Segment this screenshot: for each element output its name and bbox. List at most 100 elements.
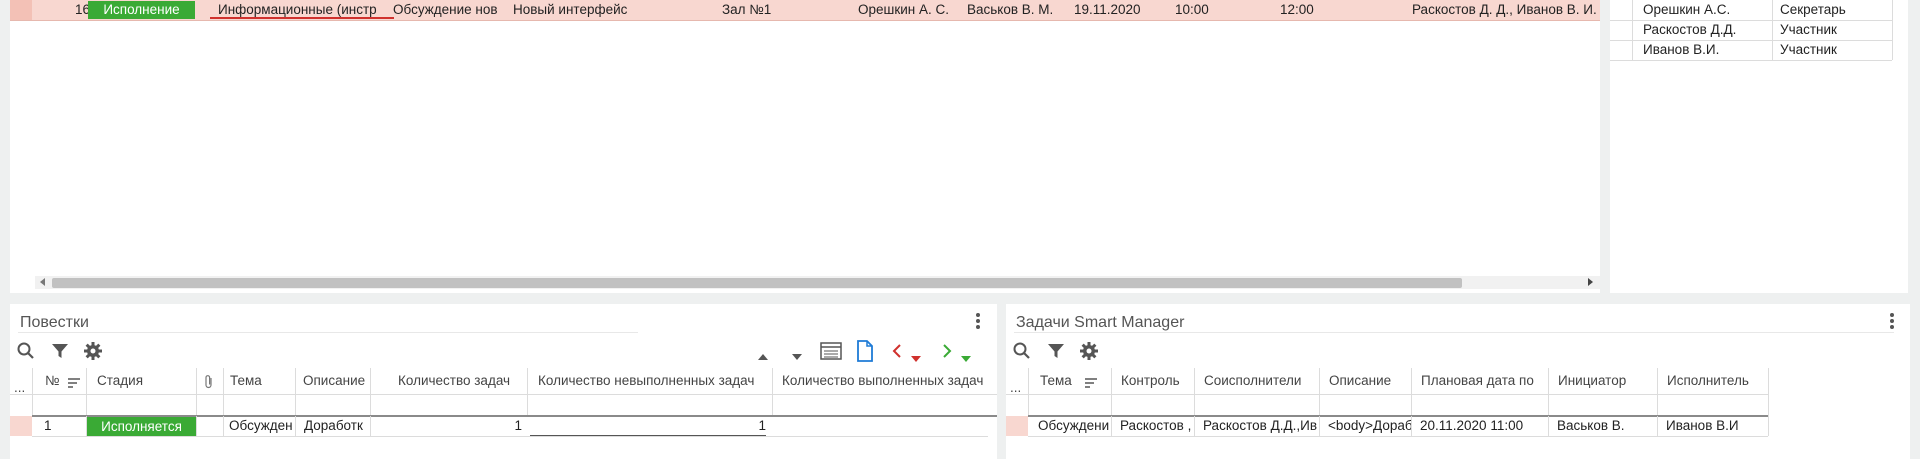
task-initiator: Васьков В.	[1557, 418, 1625, 433]
task-executor: Иванов В.И	[1666, 418, 1739, 433]
sort-up-icon[interactable]	[758, 348, 768, 363]
divider	[196, 368, 197, 416]
status-badge: Исполнение	[88, 1, 195, 19]
divider	[1194, 416, 1195, 436]
divider	[1548, 416, 1549, 436]
agenda-tasks-undone[interactable]: 1	[530, 416, 766, 436]
divider	[1028, 436, 1768, 437]
agenda-description: Доработк	[304, 418, 363, 433]
type-underline	[210, 17, 394, 19]
search-icon[interactable]	[16, 341, 36, 364]
column-header-tasks-done[interactable]: Количество выполненных задач	[782, 371, 997, 391]
meetings-table-panel: 16 Исполнение Информационные (инстр Обсу…	[10, 0, 1600, 293]
document-icon[interactable]	[856, 340, 874, 365]
filter-icon[interactable]	[1046, 341, 1066, 364]
column-header-description[interactable]: Описание	[303, 371, 368, 391]
meeting-number: 16	[74, 2, 90, 17]
column-header-stage[interactable]: Стадия	[97, 371, 192, 391]
divider	[223, 416, 224, 436]
column-header-executor[interactable]: Исполнитель	[1667, 371, 1767, 391]
table-view-icon[interactable]	[820, 342, 842, 363]
participant-name: Раскостов Д.Д.	[1643, 22, 1737, 37]
row-marker	[10, 0, 32, 20]
status-badge: Исполняется	[87, 417, 196, 436]
sort-lines-icon[interactable]	[68, 376, 80, 391]
task-coexecutors: Раскостов Д.Д.,Ив	[1203, 418, 1318, 433]
participant-role: Участник	[1780, 42, 1837, 57]
gear-icon[interactable]	[83, 341, 103, 364]
divider	[1028, 368, 1029, 416]
scrollbar-thumb[interactable]	[52, 278, 1462, 288]
participant-role: Секретарь	[1780, 2, 1846, 17]
divider	[1111, 368, 1112, 416]
divider	[18, 332, 638, 333]
divider	[1610, 60, 1892, 61]
meeting-description: Новый интерфейс	[513, 2, 628, 17]
divider	[1892, 0, 1893, 60]
panel-title: Задачи Smart Manager	[1016, 314, 1185, 331]
column-header-tasks-undone[interactable]: Количество невыполненных задач	[538, 371, 770, 391]
chevron-down-icon[interactable]	[961, 350, 971, 365]
chevron-left-icon[interactable]	[892, 343, 902, 362]
divider	[1768, 368, 1769, 416]
divider	[1014, 332, 1894, 333]
divider	[1768, 416, 1769, 436]
attachment-icon[interactable]	[204, 374, 214, 393]
divider	[527, 368, 528, 416]
divider	[86, 416, 87, 436]
filter-icon[interactable]	[50, 341, 70, 364]
column-header-dots[interactable]: ...	[14, 382, 32, 394]
column-header-topic[interactable]: Тема	[1040, 371, 1080, 391]
more-menu-icon[interactable]	[1888, 312, 1896, 330]
divider	[196, 416, 197, 436]
meeting-place: Зал №1	[722, 2, 772, 17]
divider	[1111, 416, 1112, 436]
row-marker	[1006, 416, 1028, 436]
column-header-topic[interactable]: Тема	[230, 371, 292, 391]
column-header-control[interactable]: Контроль	[1121, 371, 1193, 391]
chevron-right-icon[interactable]	[942, 343, 952, 362]
agenda-topic: Обсужден	[229, 418, 293, 433]
meeting-topic: Обсуждение нов	[393, 2, 498, 17]
more-menu-icon[interactable]	[974, 312, 982, 330]
divider	[32, 368, 33, 416]
divider	[370, 368, 371, 416]
participant-role: Участник	[1780, 22, 1837, 37]
divider	[295, 416, 296, 436]
divider	[1006, 394, 1768, 395]
column-header-coexecutors[interactable]: Соисполнители	[1204, 371, 1317, 391]
column-header-tasks-count[interactable]: Количество задач	[398, 371, 526, 391]
column-header-dots[interactable]: ...	[1010, 382, 1028, 394]
column-header-planned-date[interactable]: Плановая дата по	[1421, 371, 1546, 391]
divider	[1411, 368, 1412, 416]
divider	[370, 416, 371, 436]
divider	[1657, 368, 1658, 416]
divider	[10, 394, 997, 395]
column-header-initiator[interactable]: Инициатор	[1558, 371, 1655, 391]
meeting-date: 19.11.2020	[1074, 2, 1141, 17]
meeting-initiator: Васьков В. М.	[967, 2, 1054, 17]
gear-icon[interactable]	[1079, 341, 1099, 364]
column-header-description[interactable]: Описание	[1329, 371, 1409, 391]
divider	[772, 368, 773, 416]
meeting-secretary: Орешкин А. С.	[858, 2, 950, 17]
chevron-down-icon[interactable]	[911, 350, 921, 365]
divider	[1319, 368, 1320, 416]
sort-down-icon[interactable]	[792, 348, 802, 363]
divider	[1548, 368, 1549, 416]
participant-name: Орешкин А.С.	[1643, 2, 1731, 17]
divider	[1319, 416, 1320, 436]
column-header-number[interactable]: №	[45, 371, 65, 391]
scroll-right-arrow[interactable]	[1588, 278, 1593, 286]
scroll-left-arrow[interactable]	[40, 278, 45, 286]
divider	[32, 436, 988, 437]
agenda-panel: Повестки ... № Стадия Тема Описание Коли…	[10, 304, 997, 459]
meeting-end-time: 12:00	[1280, 2, 1314, 17]
search-icon[interactable]	[1012, 341, 1032, 364]
agenda-tasks-count: 1	[514, 418, 522, 433]
meeting-participants: Раскостов Д. Д., Иванов В. И.	[1412, 2, 1597, 17]
divider	[223, 368, 224, 416]
sort-lines-icon[interactable]	[1085, 376, 1097, 391]
task-topic: Обсуждени	[1038, 418, 1110, 433]
divider	[1194, 368, 1195, 416]
